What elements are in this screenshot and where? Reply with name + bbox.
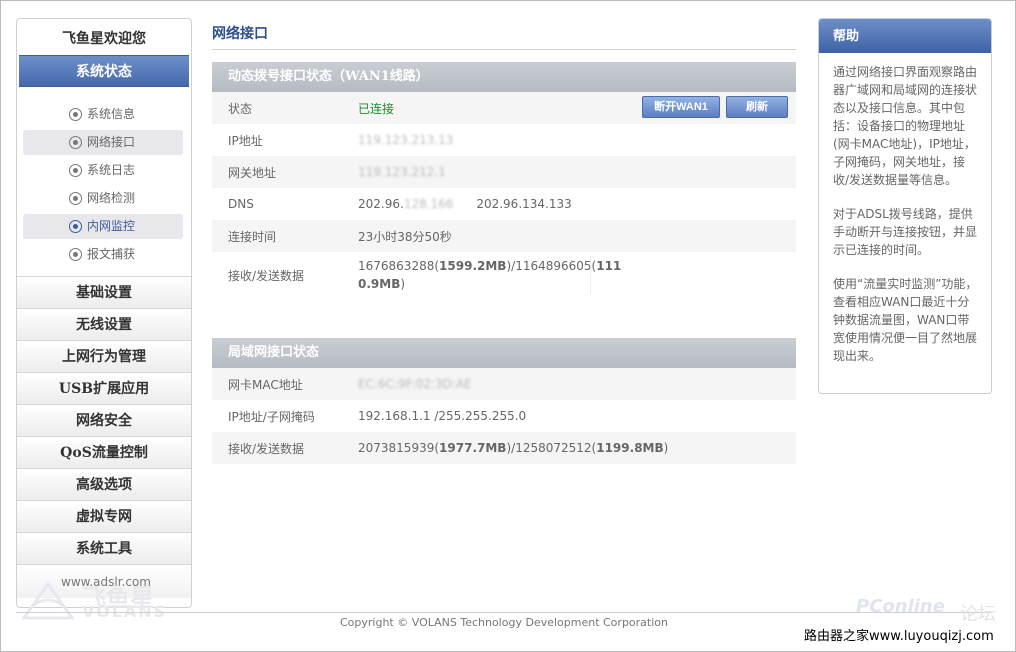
radio-bullet-icon: [69, 136, 82, 149]
table-row: 网关地址 119.123.212.1: [212, 156, 796, 188]
help-body: 通过网络接口界面观察路由器广域网和局域网的连接状态以及接口信息。其中包括：设备接…: [819, 53, 991, 365]
wan-traffic-cell: 1676863288(1599.2MB)/1164896605(111 0.9MB…: [342, 252, 796, 298]
wan-dns-label: DNS: [228, 197, 254, 211]
cell-divider: [590, 256, 591, 294]
wan-gateway-label: 网关地址: [212, 156, 342, 188]
menu-basic-settings[interactable]: 基础设置: [17, 276, 191, 308]
dns2-part-b: 96.134.133: [503, 197, 572, 211]
menu-internet-behavior[interactable]: 上网行为管理: [17, 340, 191, 372]
wan-ip-label: IP地址: [228, 133, 263, 148]
table-row: IP地址/子网掩码 192.168.1.1 /255.255.255.0: [212, 400, 796, 432]
help-title: 帮助: [819, 19, 991, 53]
table-row: 网卡MAC地址 EC:6C:9F:02:3D:AE: [212, 368, 796, 400]
lan-mac-cell: EC:6C:9F:02:3D:AE: [342, 368, 796, 400]
dns1-part-a: 202.96.: [358, 197, 404, 211]
wan-info-table: 状态 已连接 断开WAN1 刷新 IP地址 119.123.213.13 网关地…: [212, 92, 796, 298]
system-status-submenu: 系统信息 网络接口 系统日志 网络检测 内网监控 报文捕获: [17, 87, 191, 276]
pconline-watermark: PConline: [856, 596, 945, 617]
page-title: 网络接口: [212, 18, 796, 50]
lan-section-heading: 局域网接口状态: [212, 338, 796, 368]
wan-dns-cell: 202.96.128.166 202.96.134.133: [342, 188, 796, 220]
help-paragraph: 对于ADSL拨号线路，提供手动断开与连接按钮，并显示已连接的时间。: [833, 207, 978, 257]
lan-mac-label: 网卡MAC地址: [212, 368, 342, 400]
wan-rx-bytes: 1676863288: [358, 259, 435, 273]
wan-status-value: 已连接: [358, 101, 395, 116]
lan-tx-mb: 1199.8MB: [596, 441, 664, 455]
menu-group-system-status[interactable]: 系统状态: [19, 55, 189, 87]
disconnect-wan1-button[interactable]: 断开WAN1: [642, 96, 720, 118]
lan-ip-mask-label: IP地址/子网掩码: [228, 409, 315, 424]
wan-tx-mb-a: 111: [596, 259, 622, 273]
sub-item-network-check[interactable]: 网络检测: [23, 186, 183, 211]
menu-vpn[interactable]: 虚拟专网: [17, 500, 191, 532]
lan-mac-value: EC:6C:9F:02:3D:AE: [358, 377, 472, 391]
table-row: IP地址 119.123.213.13: [212, 124, 796, 156]
radio-bullet-icon: [69, 164, 82, 177]
lan-info-table: 网卡MAC地址 EC:6C:9F:02:3D:AE IP地址/子网掩码 192.…: [212, 368, 796, 464]
wan-ip-value: 119.123.213.13: [358, 133, 454, 147]
menu-usb-apps[interactable]: USB扩展应用: [17, 372, 191, 404]
sub-item-packet-capture[interactable]: 报文捕获: [23, 242, 183, 267]
lan-traffic-label: 接收/发送数据: [212, 432, 342, 464]
wan-rx-mb: 1599.2MB: [439, 259, 507, 273]
menu-system-tools[interactable]: 系统工具: [17, 532, 191, 564]
help-paragraph: 通过网络接口界面观察路由器广域网和局域网的连接状态以及接口信息。其中包括：设备接…: [833, 65, 978, 187]
radio-bullet-icon: [69, 248, 82, 261]
wan-tx-mb-b: 0.9MB: [358, 277, 401, 291]
table-row: 接收/发送数据 2073815939(1977.7MB)/1258072512(…: [212, 432, 796, 464]
wan-gateway-cell: 119.123.212.1: [342, 156, 796, 188]
wan-tx-bytes: 1164896605: [515, 259, 592, 273]
welcome-title: 飞鱼星欢迎您: [62, 31, 146, 47]
sub-item-system-log[interactable]: 系统日志: [23, 158, 183, 183]
menu-wireless-settings[interactable]: 无线设置: [17, 308, 191, 340]
wan-status-cell: 已连接 断开WAN1 刷新: [342, 92, 796, 124]
lan-tx-bytes: 1258072512: [515, 441, 592, 455]
radio-bullet-icon: [69, 220, 82, 233]
wan-conn-time-value: 23小时38分50秒: [342, 220, 796, 252]
lan-rx-bytes: 2073815939: [358, 441, 435, 455]
dns1-part-b: 128.166: [403, 197, 454, 211]
radio-bullet-icon: [69, 192, 82, 205]
wan-traffic-label: 接收/发送数据: [228, 268, 305, 283]
refresh-button[interactable]: 刷新: [726, 96, 788, 118]
menu-advanced[interactable]: 高级选项: [17, 468, 191, 500]
wan-section-heading: 动态拨号接口状态（WAN1线路）: [212, 62, 796, 92]
wan-conn-time-label: 连接时间: [212, 220, 342, 252]
sub-item-network-interface[interactable]: 网络接口: [23, 130, 183, 155]
wan-status-label: 状态: [212, 92, 342, 124]
menu-qos[interactable]: QoS流量控制: [17, 436, 191, 468]
radio-bullet-icon: [69, 108, 82, 121]
wan-ip-cell: 119.123.213.13: [342, 124, 796, 156]
help-paragraph: 使用“流量实时监测”功能，查看相应WAN口最近十分钟数据流量图，WAN口带宽使用…: [833, 277, 978, 363]
table-row: 连接时间 23小时38分50秒: [212, 220, 796, 252]
lan-traffic-cell: 2073815939(1977.7MB)/1258072512(1199.8MB…: [342, 432, 796, 464]
main-content: 网络接口 动态拨号接口状态（WAN1线路） 状态 已连接 断开WAN1 刷新 I…: [212, 18, 796, 464]
menu-network-security[interactable]: 网络安全: [17, 404, 191, 436]
wan-action-buttons: 断开WAN1 刷新: [642, 96, 788, 118]
dns2-part-a: 202.: [476, 197, 504, 211]
table-row: 状态 已连接 断开WAN1 刷新: [212, 92, 796, 124]
site-watermark: 路由器之家www.luyouqizj.com: [798, 626, 1000, 648]
sidebar: 飞鱼星欢迎您 系统状态 系统信息 网络接口 系统日志 网络检测 内网监控 报文捕…: [16, 18, 192, 608]
wan-gateway-value: 119.123.212.1: [358, 165, 446, 179]
help-panel: 帮助 通过网络接口界面观察路由器广域网和局域网的连接状态以及接口信息。其中包括：…: [818, 18, 992, 394]
lan-ip-mask-value: 192.168.1.1 /255.255.255.0: [358, 409, 527, 423]
sub-item-lan-monitor[interactable]: 内网监控: [23, 214, 183, 239]
table-row: 接收/发送数据 1676863288(1599.2MB)/1164896605(…: [212, 252, 796, 298]
table-row: DNS 202.96.128.166 202.96.134.133: [212, 188, 796, 220]
sub-item-system-info[interactable]: 系统信息: [23, 102, 183, 127]
luntan-watermark: 论坛: [960, 604, 996, 625]
lan-rx-mb: 1977.7MB: [439, 441, 507, 455]
